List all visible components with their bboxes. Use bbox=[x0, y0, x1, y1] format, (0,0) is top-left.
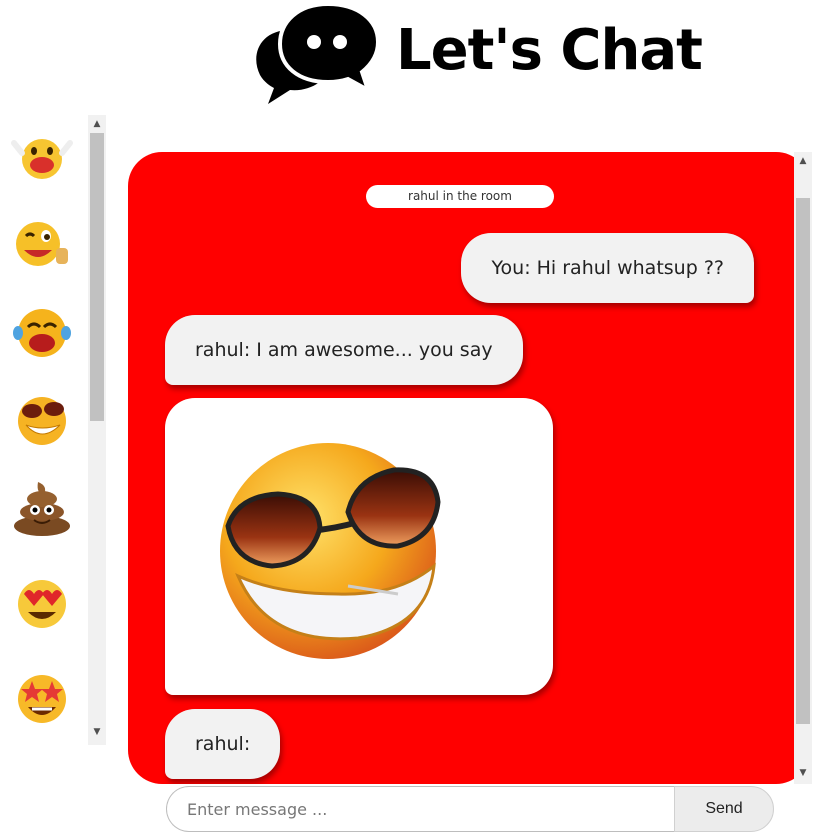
scroll-down-arrow-icon[interactable]: ▼ bbox=[794, 766, 812, 780]
send-button[interactable]: Send bbox=[674, 786, 774, 832]
emoji-star-struck[interactable] bbox=[8, 665, 76, 733]
scroll-down-arrow-icon[interactable]: ▼ bbox=[88, 725, 106, 739]
cheering-emoji-icon bbox=[11, 139, 73, 179]
winking-thumbs-up-icon bbox=[16, 222, 68, 266]
cool-sunglasses-icon bbox=[18, 397, 66, 445]
emoji-panel-scrollbar[interactable]: ▲ ▼ bbox=[88, 115, 106, 745]
crying-laughing-icon bbox=[13, 309, 71, 357]
app-title: Let's Chat bbox=[396, 18, 703, 83]
poop-icon bbox=[14, 482, 70, 536]
emoji-heart-eyes[interactable] bbox=[8, 570, 76, 638]
chat-messages-area: rahul in the room You: Hi rahul whatsup … bbox=[128, 152, 810, 784]
emoji-poop[interactable] bbox=[8, 472, 76, 540]
scroll-up-arrow-icon[interactable]: ▲ bbox=[88, 117, 106, 131]
emoji-cheering[interactable] bbox=[8, 123, 76, 191]
room-notice: rahul in the room bbox=[366, 185, 554, 208]
message-input[interactable] bbox=[166, 786, 674, 832]
emoji-winking-thumbs-up[interactable] bbox=[8, 210, 76, 278]
received-image-message bbox=[165, 398, 553, 695]
chat-scrollbar[interactable]: ▲ ▼ bbox=[794, 152, 812, 784]
scroll-up-arrow-icon[interactable]: ▲ bbox=[794, 154, 812, 168]
emoji-panel-scrollbar-thumb[interactable] bbox=[90, 133, 104, 421]
emoji-panel: ▲ ▼ bbox=[0, 115, 108, 745]
emoji-crying-laughing[interactable] bbox=[8, 297, 76, 365]
star-struck-icon bbox=[18, 675, 66, 723]
emoji-cool-sunglasses[interactable] bbox=[8, 385, 76, 453]
cool-sunglasses-emoji-image bbox=[220, 443, 441, 659]
received-message: rahul: I am awesome... you say bbox=[165, 315, 523, 385]
sent-message: You: Hi rahul whatsup ?? bbox=[461, 233, 754, 303]
app-header: Let's Chat bbox=[250, 0, 710, 110]
chat-scrollbar-thumb[interactable] bbox=[796, 198, 810, 724]
received-message: rahul: bbox=[165, 709, 281, 779]
message-composer: Send bbox=[166, 786, 776, 836]
chat-bubbles-icon bbox=[256, 1, 380, 104]
heart-eyes-icon bbox=[18, 580, 66, 628]
